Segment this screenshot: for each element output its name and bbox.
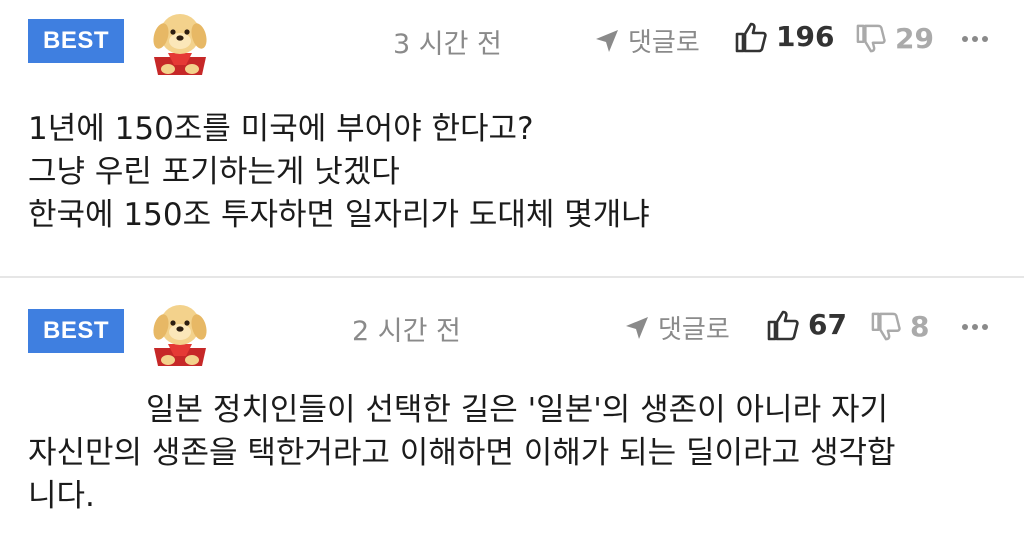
comment-body: 1년에 150조를 미국에 부어야 한다고? 그냥 우린 포기하는게 낫겠다 한… (28, 108, 998, 237)
like-count: 67 (808, 308, 847, 341)
thumbs-up-icon (767, 310, 799, 340)
like-button[interactable]: 196 (734, 20, 834, 53)
comment-time: 3 시간 전 (393, 29, 502, 60)
thumbs-down-icon (871, 312, 901, 340)
comment-line: 일본 정치인들이 선택한 길은 '일본'의 생존이 아니라 자기 (146, 392, 888, 428)
thumbs-down-icon (856, 24, 886, 52)
thumbs-up-icon (735, 22, 767, 52)
dislike-count: 29 (895, 22, 934, 55)
reply-label: 댓글로 (658, 315, 730, 345)
reply-button[interactable]: 댓글로 (624, 309, 730, 346)
reply-arrow-icon (596, 29, 618, 52)
reply-button[interactable]: 댓글로 (594, 22, 700, 59)
comment-line: 한국에 150조 투자하면 일자리가 도대체 몇개냐 (28, 197, 650, 233)
comment-item: BEST 3 시간 전 댓글로 196 29 1년에 150조를 미국에 부어야… (0, 0, 1024, 278)
best-badge: BEST (28, 309, 124, 353)
more-dots-icon[interactable] (962, 324, 988, 330)
reply-arrow-icon (626, 316, 648, 339)
reply-label: 댓글로 (628, 28, 700, 58)
comment-time: 2 시간 전 (352, 316, 461, 347)
more-dots-icon[interactable] (962, 36, 988, 42)
puppy-avatar-icon[interactable] (146, 298, 214, 366)
dislike-button[interactable]: 29 (855, 22, 934, 55)
comment-line: 니다. (28, 478, 95, 514)
comment-body: 일본 정치인들이 선택한 길은 '일본'의 생존이 아니라 자기 자신만의 생존… (28, 389, 998, 518)
dislike-button[interactable]: 8 (870, 310, 929, 343)
best-badge: BEST (28, 19, 124, 63)
like-button[interactable]: 67 (766, 308, 847, 341)
comment-item: BEST 2 시간 전 댓글로 67 8 일본 정치인들이 선택한 길은 '일본… (0, 278, 1024, 559)
dislike-count: 8 (910, 310, 930, 343)
comment-line: 그냥 우린 포기하는게 낫겠다 (28, 154, 400, 190)
comment-line: 자신만의 생존을 택한거라고 이해하면 이해가 되는 딜이라고 생각합 (28, 435, 896, 471)
comment-line: 1년에 150조를 미국에 부어야 한다고? (28, 111, 534, 147)
puppy-avatar-icon[interactable] (146, 7, 214, 75)
like-count: 196 (776, 20, 835, 53)
